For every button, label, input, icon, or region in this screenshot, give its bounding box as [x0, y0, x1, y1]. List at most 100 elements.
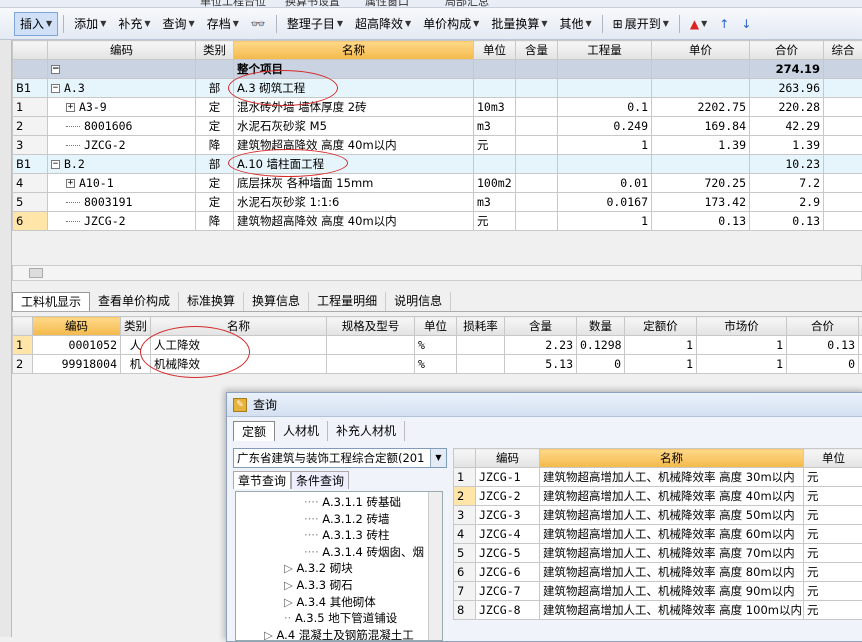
tree-expander-icon[interactable]: ▷: [284, 578, 297, 592]
type-cell[interactable]: 定: [196, 193, 234, 212]
horizontal-scrollbar[interactable]: [12, 265, 862, 281]
row-number[interactable]: 2: [13, 117, 48, 136]
code-cell[interactable]: JZCG-2: [48, 212, 196, 231]
toolbar-button-4[interactable]: 存档▼: [202, 12, 244, 36]
table-row[interactable]: 58003191定水泥石灰砂浆 1:1:6m30.0167173.422.9: [13, 193, 862, 212]
quantity-cell[interactable]: 1: [558, 136, 652, 155]
row-number[interactable]: 5: [454, 544, 476, 563]
content-cell[interactable]: 5.13: [505, 355, 577, 374]
unit-cell[interactable]: 元: [804, 601, 862, 620]
type-cell[interactable]: 降: [196, 212, 234, 231]
dialog-titlebar[interactable]: ✎ 查询: [227, 393, 862, 417]
norm-selector[interactable]: 广东省建筑与装饰工程综合定额(201 ▼: [233, 448, 447, 468]
tree-node[interactable]: ▷ A.3.2 砌块: [284, 560, 353, 576]
toolbar-button-3[interactable]: 查询▼: [158, 12, 200, 36]
column-header[interactable]: 损耗率: [457, 317, 505, 336]
detail-tab[interactable]: 说明信息: [386, 292, 451, 311]
quantity-cell[interactable]: 0.1: [558, 98, 652, 117]
unit-cell[interactable]: 元: [474, 212, 516, 231]
unit-cell[interactable]: 元: [804, 506, 862, 525]
price-cell[interactable]: [652, 79, 750, 98]
dialog-tab[interactable]: 定额: [233, 421, 275, 441]
total-cell[interactable]: 0.13: [787, 336, 859, 355]
price-cell[interactable]: [652, 155, 750, 174]
tree-node[interactable]: ·· A.3.5 地下管道铺设: [284, 610, 397, 626]
quantity-cell[interactable]: 0.0167: [558, 193, 652, 212]
row-number[interactable]: B1: [13, 79, 48, 98]
spec-cell[interactable]: [327, 355, 415, 374]
expander-cell[interactable]: −: [48, 60, 196, 79]
column-header[interactable]: 规格及型号: [327, 317, 415, 336]
collapse-icon[interactable]: −: [51, 84, 60, 93]
column-header[interactable]: 是否: [859, 317, 862, 336]
base-cell[interactable]: 1: [625, 355, 697, 374]
unit-cell[interactable]: 10m3: [474, 98, 516, 117]
table-row[interactable]: 6JZCG-2降建筑物超高降效 高度 40m以内元10.130.13: [13, 212, 862, 231]
top-strip-item[interactable]: 换算书设置: [285, 0, 340, 8]
detail-tab[interactable]: 标准换算: [179, 292, 244, 311]
unit-cell[interactable]: 100m2: [474, 174, 516, 193]
code-cell[interactable]: +A10-1: [48, 174, 196, 193]
tree-expander-icon[interactable]: ▷: [264, 628, 277, 641]
detail-tab[interactable]: 查看单价构成: [90, 292, 179, 311]
total-cell[interactable]: 42.29: [750, 117, 824, 136]
row-number[interactable]: 4: [13, 174, 48, 193]
code-cell[interactable]: JZCG-6: [476, 563, 540, 582]
detail-tab[interactable]: 换算信息: [244, 292, 309, 311]
name-cell[interactable]: 建筑物超高降效 高度 40m以内: [234, 212, 474, 231]
price-cell[interactable]: 173.42: [652, 193, 750, 212]
dialog-tab[interactable]: 补充人材机: [328, 421, 405, 441]
loss-cell[interactable]: [457, 355, 505, 374]
content-cell[interactable]: [516, 98, 558, 117]
name-cell[interactable]: 建筑物超高增加人工、机械降效率 高度 50m以内: [540, 506, 804, 525]
column-header[interactable]: 单价: [652, 41, 750, 60]
tree-node[interactable]: ···· A.3.1.3 砖柱: [304, 527, 390, 543]
content-cell[interactable]: [516, 193, 558, 212]
column-header[interactable]: 合价: [787, 317, 859, 336]
table-row[interactable]: 28001606定水泥石灰砂浆 M5m30.249169.8442.29: [13, 117, 862, 136]
qty-cell[interactable]: 0.1298: [577, 336, 625, 355]
unit-cell[interactable]: 元: [804, 582, 862, 601]
column-header[interactable]: 单位: [415, 317, 457, 336]
column-header[interactable]: 单位: [804, 449, 862, 468]
table-row[interactable]: 1+A3-9定混水砖外墙 墙体厚度 2砖10m30.12202.75220.28: [13, 98, 862, 117]
total-cell[interactable]: 0: [787, 355, 859, 374]
toolbar-button-1[interactable]: 添加▼: [69, 12, 111, 36]
column-header[interactable]: 类别: [121, 317, 151, 336]
row-number[interactable]: B1: [13, 155, 48, 174]
code-cell[interactable]: JZCG-4: [476, 525, 540, 544]
code-cell[interactable]: JZCG-1: [476, 468, 540, 487]
total-cell[interactable]: 7.2: [750, 174, 824, 193]
unit-cell[interactable]: 元: [804, 487, 862, 506]
expand-icon[interactable]: +: [66, 179, 75, 188]
unit-cell[interactable]: %: [415, 336, 457, 355]
column-header[interactable]: 名称: [234, 41, 474, 60]
price-cell[interactable]: 720.25: [652, 174, 750, 193]
row-number[interactable]: 7: [454, 582, 476, 601]
query-mode-tab[interactable]: 章节查询: [233, 471, 291, 489]
binoculars-button[interactable]: 👓: [246, 12, 271, 36]
top-strip-item[interactable]: 属性窗口: [365, 0, 409, 8]
row-number[interactable]: 2: [454, 487, 476, 506]
column-header[interactable]: 综合: [824, 41, 862, 60]
table-row[interactable]: 1JZCG-1建筑物超高增加人工、机械降效率 高度 30m以内元: [454, 468, 862, 487]
row-number[interactable]: 3: [454, 506, 476, 525]
unit-cell[interactable]: m3: [474, 193, 516, 212]
column-header[interactable]: 数量: [577, 317, 625, 336]
content-cell[interactable]: [516, 136, 558, 155]
name-cell[interactable]: 建筑物超高增加人工、机械降效率 高度 40m以内: [540, 487, 804, 506]
type-cell[interactable]: 降: [196, 136, 234, 155]
name-cell[interactable]: 建筑物超高增加人工、机械降效率 高度 30m以内: [540, 468, 804, 487]
row-number[interactable]: 3: [13, 136, 48, 155]
toolbar-button-11[interactable]: ⊞展开到▼: [608, 12, 674, 36]
unit-cell[interactable]: 元: [804, 544, 862, 563]
unit-cell[interactable]: 元: [474, 136, 516, 155]
code-cell[interactable]: 99918004: [33, 355, 121, 374]
spec-cell[interactable]: [327, 336, 415, 355]
code-cell[interactable]: JZCG-3: [476, 506, 540, 525]
total-cell[interactable]: 2.9: [750, 193, 824, 212]
price-cell[interactable]: 2202.75: [652, 98, 750, 117]
column-header[interactable]: 名称: [540, 449, 804, 468]
top-strip-item[interactable]: 局部汇总: [445, 0, 489, 8]
column-header[interactable]: 合价: [750, 41, 824, 60]
